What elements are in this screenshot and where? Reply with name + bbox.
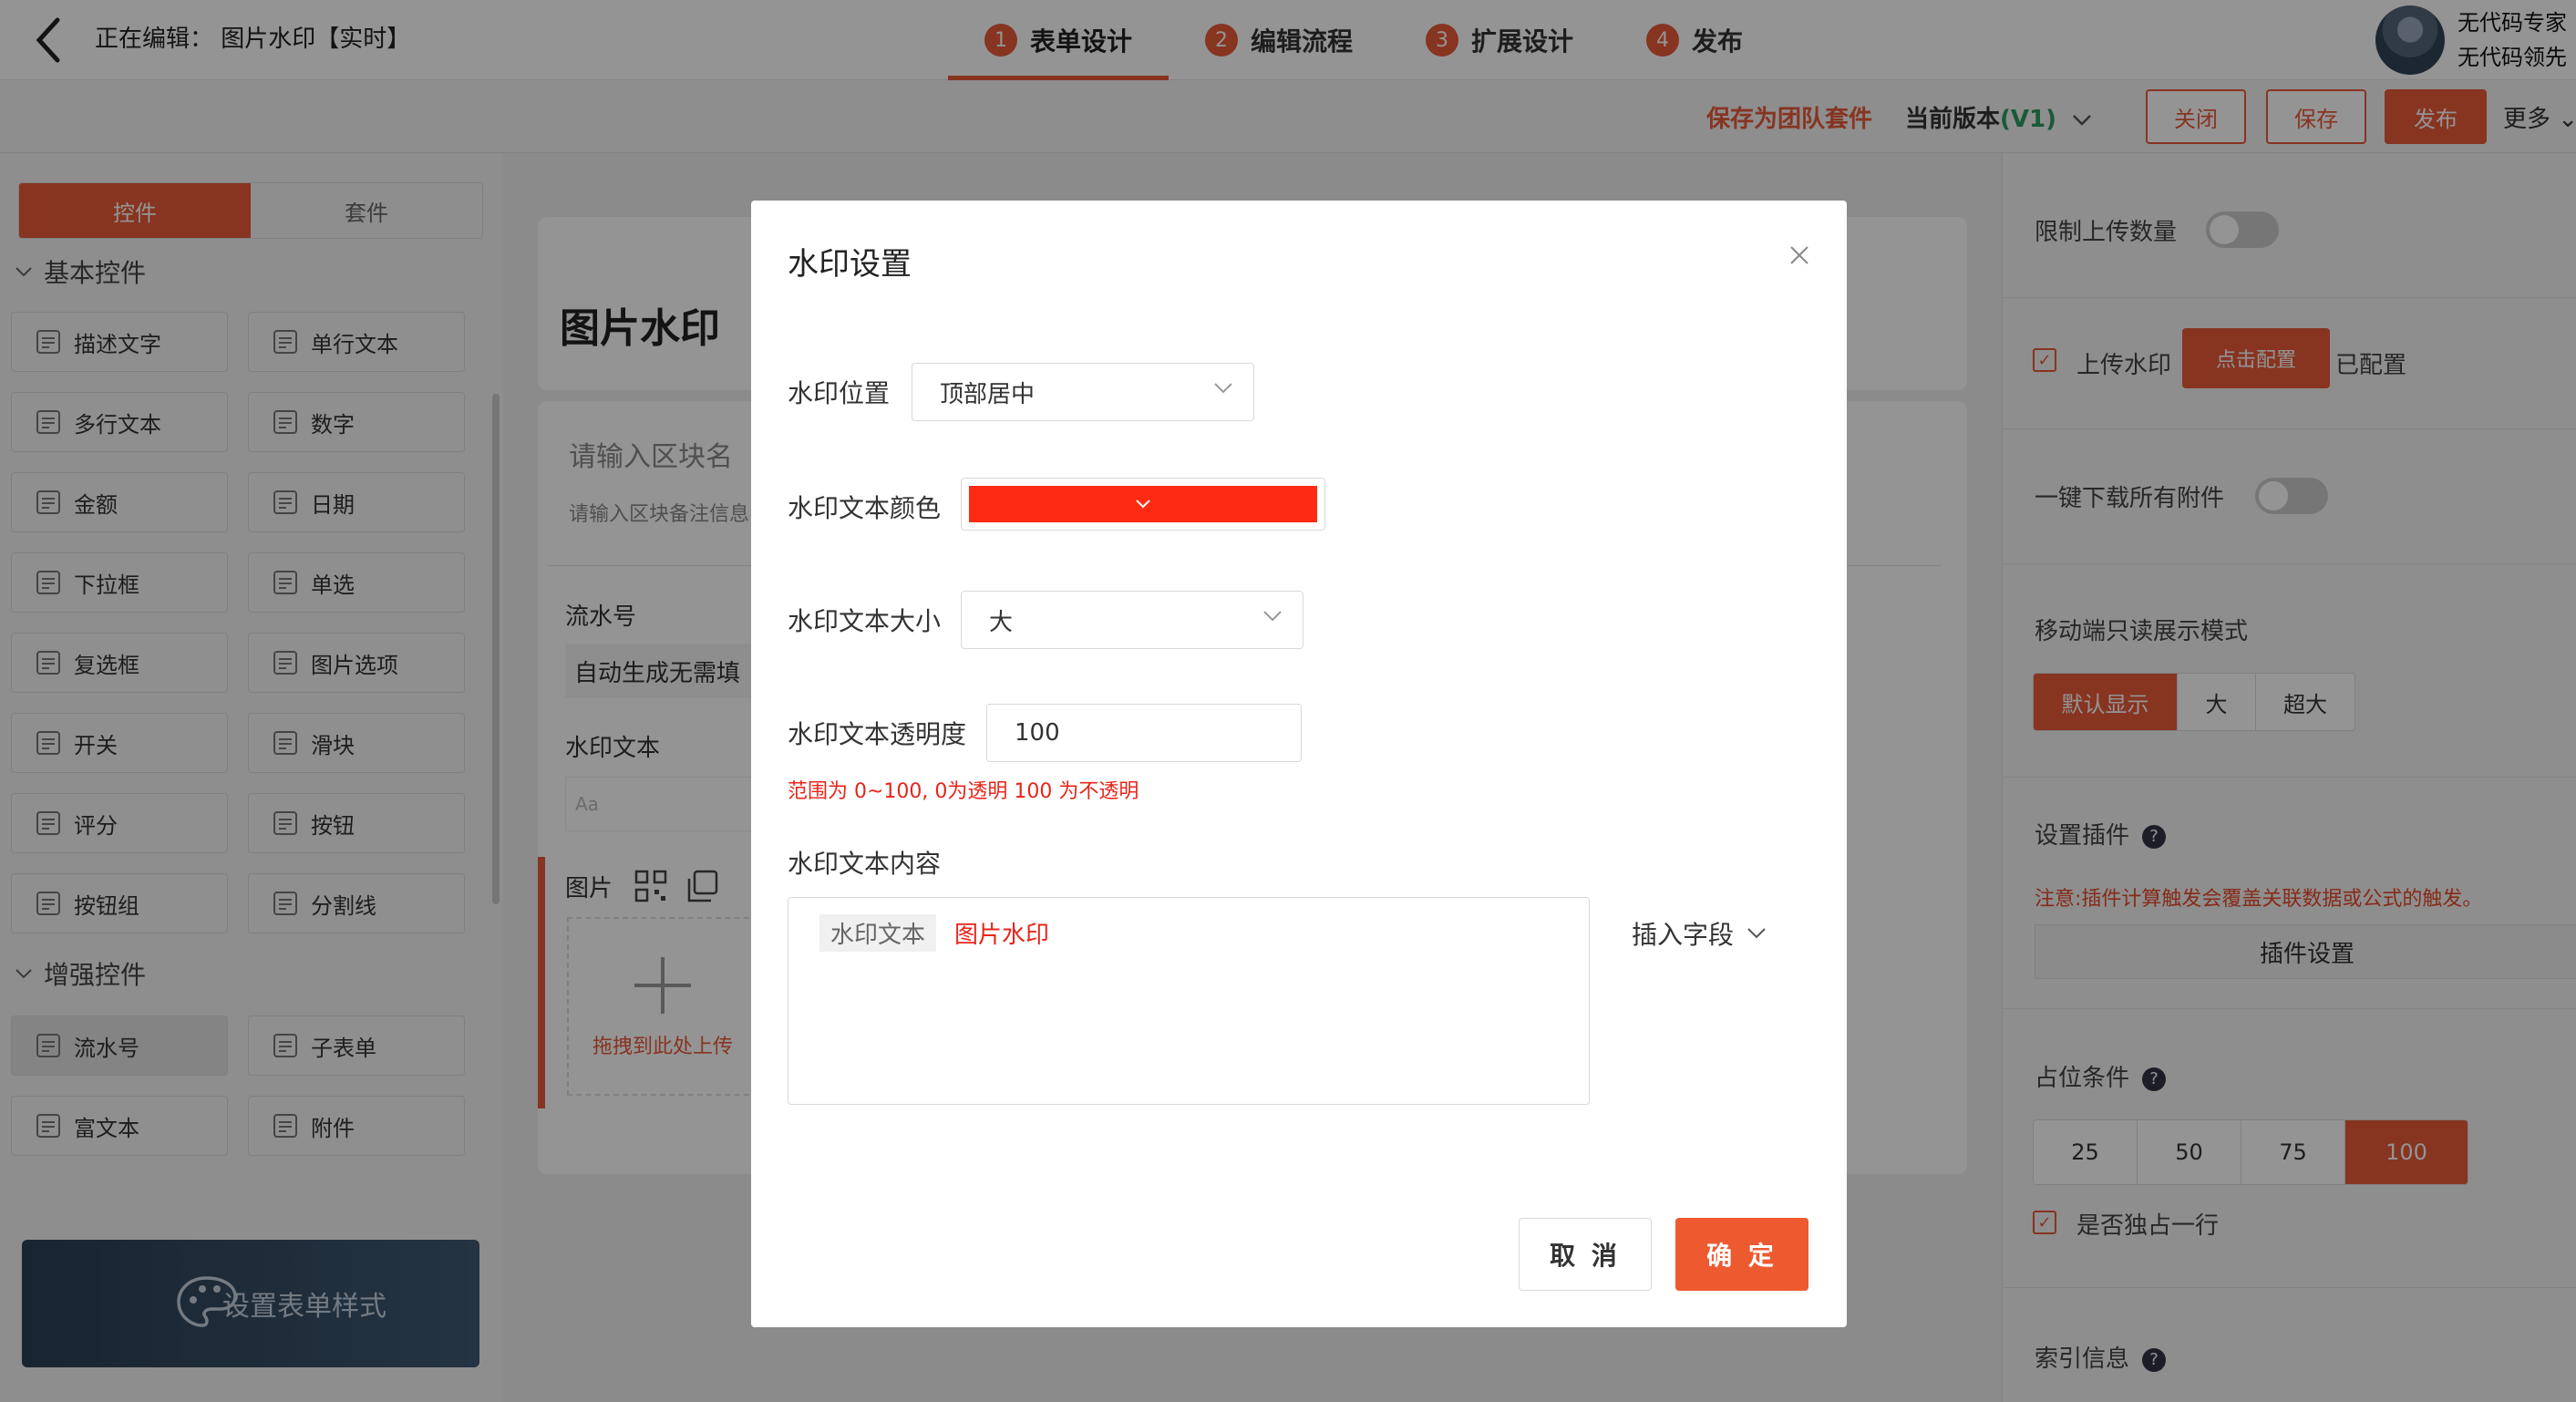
opacity-label: 水印文本透明度	[788, 719, 967, 749]
dialog-title: 水印设置	[788, 246, 912, 283]
opacity-hint: 范围为 0~100, 0为透明 100 为不透明	[788, 780, 1139, 803]
chevron-down-icon	[1214, 383, 1232, 394]
close-icon[interactable]	[1781, 237, 1818, 273]
content-label: 水印文本内容	[788, 849, 942, 879]
cancel-button[interactable]: 取 消	[1519, 1218, 1652, 1291]
field-tag[interactable]: 水印文本	[819, 914, 937, 952]
insert-field-dropdown[interactable]: 插入字段	[1632, 915, 1767, 952]
position-select[interactable]: 顶部居中	[912, 363, 1254, 421]
confirm-button[interactable]: 确 定	[1675, 1218, 1808, 1291]
size-select[interactable]: 大	[961, 591, 1303, 649]
chevron-down-icon	[1136, 500, 1150, 509]
color-label: 水印文本颜色	[788, 493, 942, 523]
color-picker[interactable]	[961, 478, 1325, 531]
position-value: 顶部居中	[940, 380, 1036, 408]
content-text: 图片水印	[954, 922, 1050, 949]
chevron-down-icon	[1263, 611, 1282, 622]
insert-field-label: 插入字段	[1632, 920, 1735, 950]
size-label: 水印文本大小	[788, 606, 942, 636]
watermark-settings-dialog: 水印设置 水印位置 顶部居中 水印文本颜色 水印文本大小 大 水印文本透明度 1…	[751, 201, 1847, 1327]
color-swatch	[969, 486, 1317, 522]
size-value: 大	[989, 608, 1014, 636]
chevron-down-icon	[1747, 928, 1766, 939]
opacity-input[interactable]: 100	[986, 704, 1302, 762]
position-label: 水印位置	[788, 378, 891, 408]
content-editor[interactable]: 水印文本 图片水印	[788, 897, 1590, 1105]
